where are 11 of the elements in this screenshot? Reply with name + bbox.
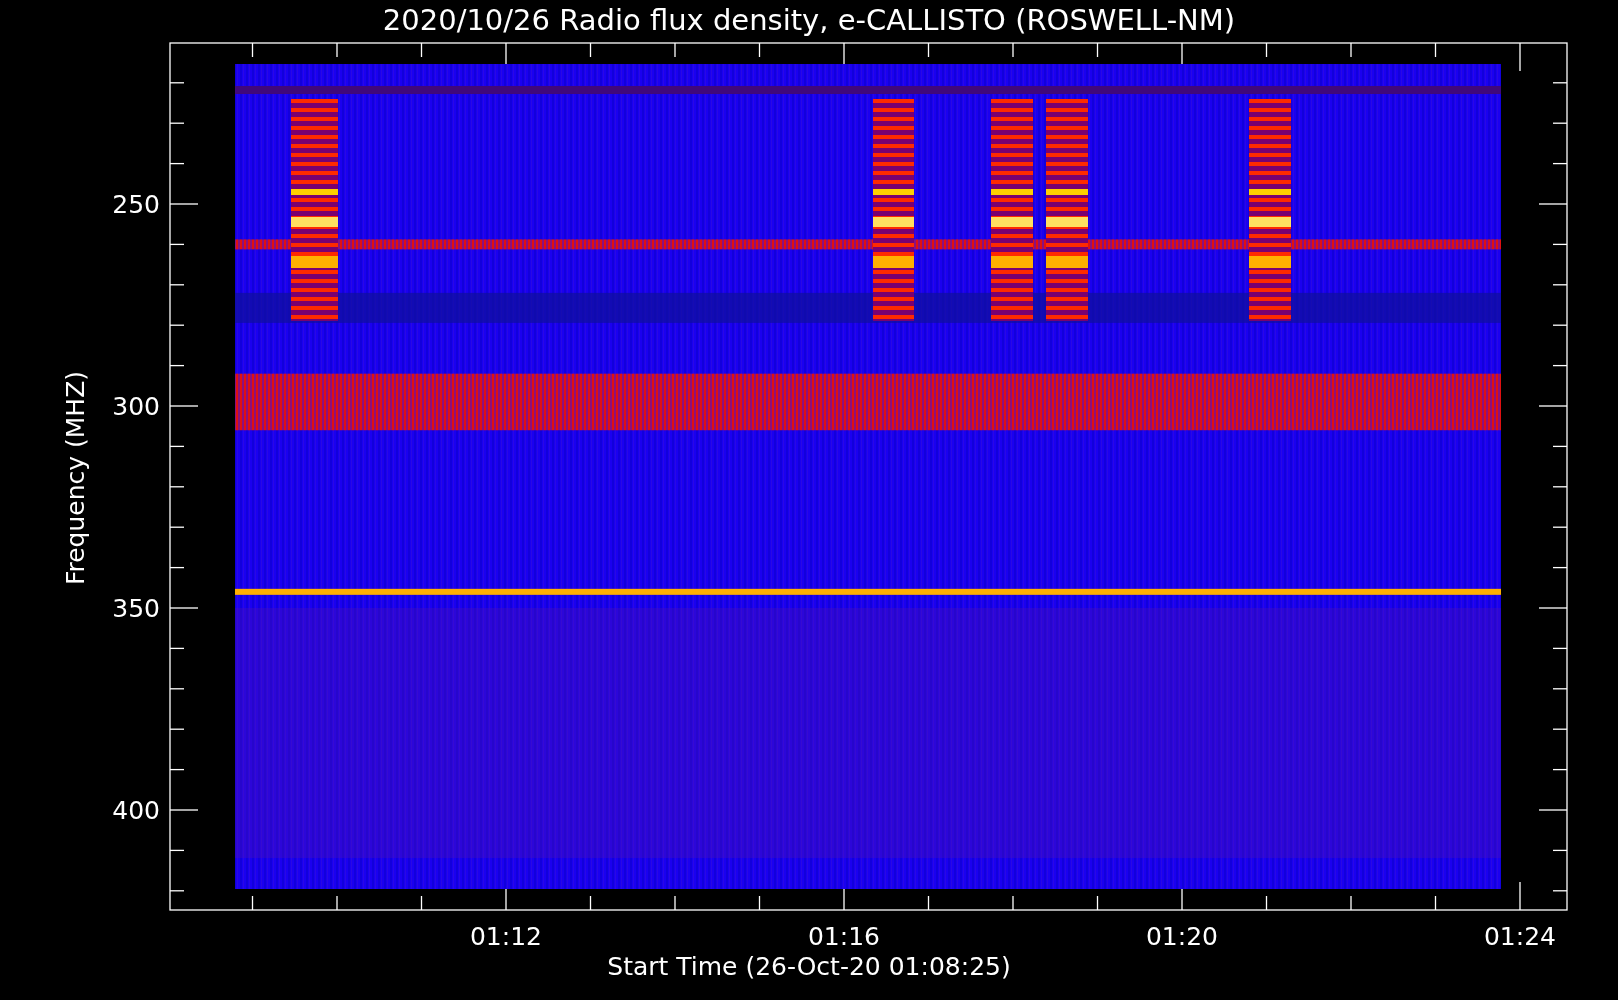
chart-title: 2020/10/26 Radio flux density, e-CALLISTO (ROSWELL-NM) — [382, 3, 1236, 37]
tick-label: 350 — [112, 594, 160, 623]
tick-label: 250 — [112, 190, 160, 219]
tick-label: 01:20 — [1146, 922, 1218, 951]
axis-label: Start Time (26-Oct-20 01:08:25) — [607, 952, 1011, 981]
tick-label: 01:24 — [1484, 922, 1556, 951]
tick-label: 300 — [112, 392, 160, 421]
axis-label: Frequency (MHZ) — [61, 370, 90, 586]
tick-label: 01:12 — [470, 922, 542, 951]
tick-label: 01:16 — [808, 922, 880, 951]
tick-label: 400 — [112, 796, 160, 825]
